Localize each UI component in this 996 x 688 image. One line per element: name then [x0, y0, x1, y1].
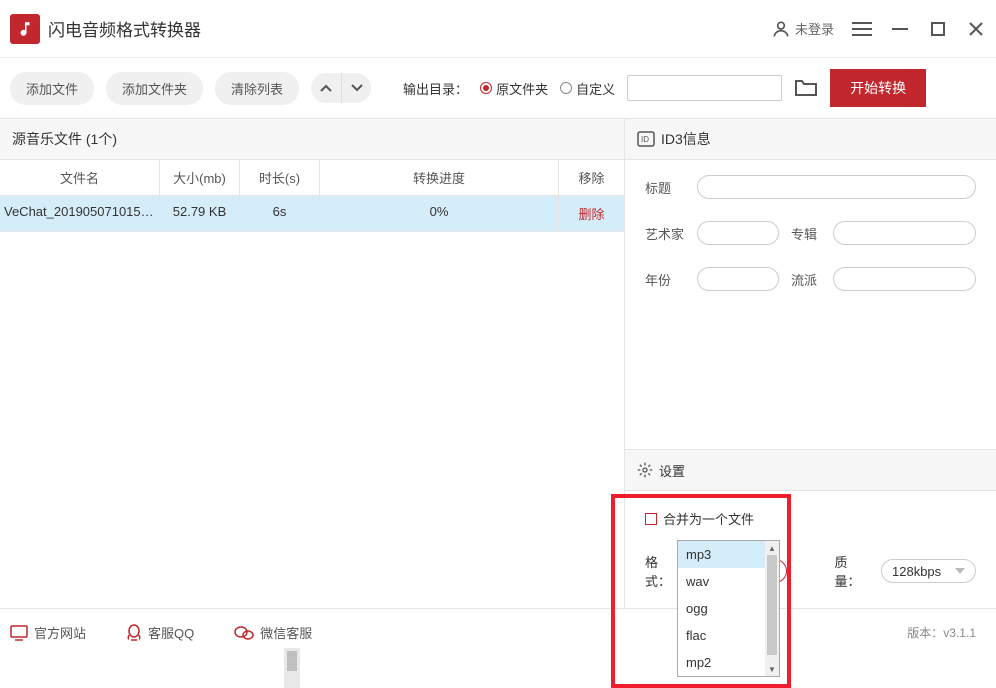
dropdown-scrollbar[interactable]: ▲ ▼ — [765, 541, 779, 676]
folder-icon — [794, 77, 818, 97]
add-file-button[interactable]: 添加文件 — [10, 72, 94, 105]
minimize-icon — [892, 21, 908, 37]
close-icon — [968, 21, 984, 37]
id3-artist-input[interactable] — [697, 221, 779, 245]
col-duration: 时长(s) — [240, 160, 320, 195]
output-path-input[interactable] — [627, 75, 782, 101]
menu-button[interactable] — [852, 19, 872, 39]
table-header-row: 文件名 大小(mb) 时长(s) 转换进度 移除 — [0, 160, 624, 196]
qq-support-link[interactable]: 客服QQ — [126, 623, 194, 642]
id3-section-header: ID ID3信息 — [625, 118, 996, 160]
format-option[interactable]: mp2 — [678, 649, 779, 676]
scroll-thumb[interactable] — [767, 555, 777, 655]
cell-size: 52.79 KB — [160, 196, 240, 231]
minimize-button[interactable] — [890, 19, 910, 39]
id3-year-label: 年份 — [645, 270, 685, 289]
version-label: 版本：v3.1.1 — [907, 624, 976, 641]
chevron-up-icon — [320, 84, 332, 92]
monitor-icon — [10, 625, 28, 641]
move-buttons — [311, 73, 371, 103]
id3-album-input[interactable] — [833, 221, 976, 245]
official-website-link[interactable]: 官方网站 — [10, 623, 86, 642]
caret-down-icon — [955, 568, 965, 574]
col-filename: 文件名 — [0, 160, 160, 195]
right-panel: ID ID3信息 标题 艺术家 专辑 年份 流派 设置 — [625, 118, 996, 608]
cell-progress: 0% — [320, 196, 559, 231]
close-button[interactable] — [966, 19, 986, 39]
id3-genre-input[interactable] — [833, 267, 976, 291]
move-up-button[interactable] — [311, 73, 341, 103]
app-logo-icon — [10, 14, 40, 44]
col-size: 大小(mb) — [160, 160, 240, 195]
wechat-icon — [234, 625, 254, 641]
format-option[interactable]: flac — [678, 622, 779, 649]
col-progress: 转换进度 — [320, 160, 559, 195]
settings-section-header: 设置 — [625, 449, 996, 491]
id3-artist-label: 艺术家 — [645, 224, 685, 243]
output-label: 输出目录： — [403, 79, 468, 98]
footer: 官方网站 客服QQ 微信客服 版本：v3.1.1 — [0, 608, 996, 656]
toolbar: 添加文件 添加文件夹 清除列表 输出目录： 原文件夹 自定义 开始转换 — [0, 58, 996, 118]
merge-checkbox-row[interactable]: 合并为一个文件 — [645, 509, 976, 528]
format-option[interactable]: wav — [678, 568, 779, 595]
radio-icon — [480, 82, 492, 94]
wechat-support-link[interactable]: 微信客服 — [234, 623, 312, 642]
radio-custom[interactable]: 自定义 — [560, 79, 615, 98]
file-list-header: 源音乐文件 (1个) — [0, 118, 624, 160]
format-dropdown-list: mp3 wav ogg flac mp2 ▲ ▼ — [677, 540, 780, 677]
maximize-icon — [931, 22, 945, 36]
id3-genre-label: 流派 — [791, 270, 821, 289]
hamburger-icon — [852, 21, 872, 37]
table-row[interactable]: VeChat_2019050710151… 52.79 KB 6s 0% 删除 — [0, 196, 624, 232]
col-remove: 移除 — [559, 160, 624, 195]
chevron-down-icon — [351, 84, 363, 92]
scroll-down-icon: ▼ — [765, 662, 779, 676]
add-folder-button[interactable]: 添加文件夹 — [106, 72, 203, 105]
user-icon — [771, 19, 791, 39]
file-list-panel: 源音乐文件 (1个) 文件名 大小(mb) 时长(s) 转换进度 移除 VeCh… — [0, 118, 625, 608]
id3-year-input[interactable] — [697, 267, 779, 291]
id3-title-label: 标题 — [645, 178, 685, 197]
app-title: 闪电音频格式转换器 — [48, 16, 771, 41]
login-button[interactable]: 未登录 — [771, 19, 834, 39]
qq-icon — [126, 624, 142, 642]
delete-link[interactable]: 删除 — [578, 207, 604, 222]
svg-text:ID: ID — [641, 135, 649, 144]
id3-title-input[interactable] — [697, 175, 976, 199]
format-option[interactable]: ogg — [678, 595, 779, 622]
external-scrollbar[interactable] — [284, 648, 300, 688]
browse-folder-button[interactable] — [794, 77, 818, 100]
format-option[interactable]: mp3 — [678, 541, 779, 568]
quality-dropdown[interactable]: 128kbps — [881, 559, 976, 583]
id3-album-label: 专辑 — [791, 224, 821, 243]
titlebar: 闪电音频格式转换器 未登录 — [0, 0, 996, 58]
maximize-button[interactable] — [928, 19, 948, 39]
clear-list-button[interactable]: 清除列表 — [215, 72, 299, 105]
scroll-up-icon: ▲ — [765, 541, 779, 555]
gear-icon — [637, 462, 653, 478]
cell-duration: 6s — [240, 196, 320, 231]
move-down-button[interactable] — [341, 73, 371, 103]
radio-source-folder[interactable]: 原文件夹 — [480, 79, 548, 98]
start-convert-button[interactable]: 开始转换 — [830, 69, 926, 107]
cell-filename: VeChat_2019050710151… — [0, 196, 160, 231]
id-icon: ID — [637, 131, 655, 147]
checkbox-icon — [645, 513, 657, 525]
radio-icon — [560, 82, 572, 94]
quality-label: 质量： — [835, 552, 874, 590]
